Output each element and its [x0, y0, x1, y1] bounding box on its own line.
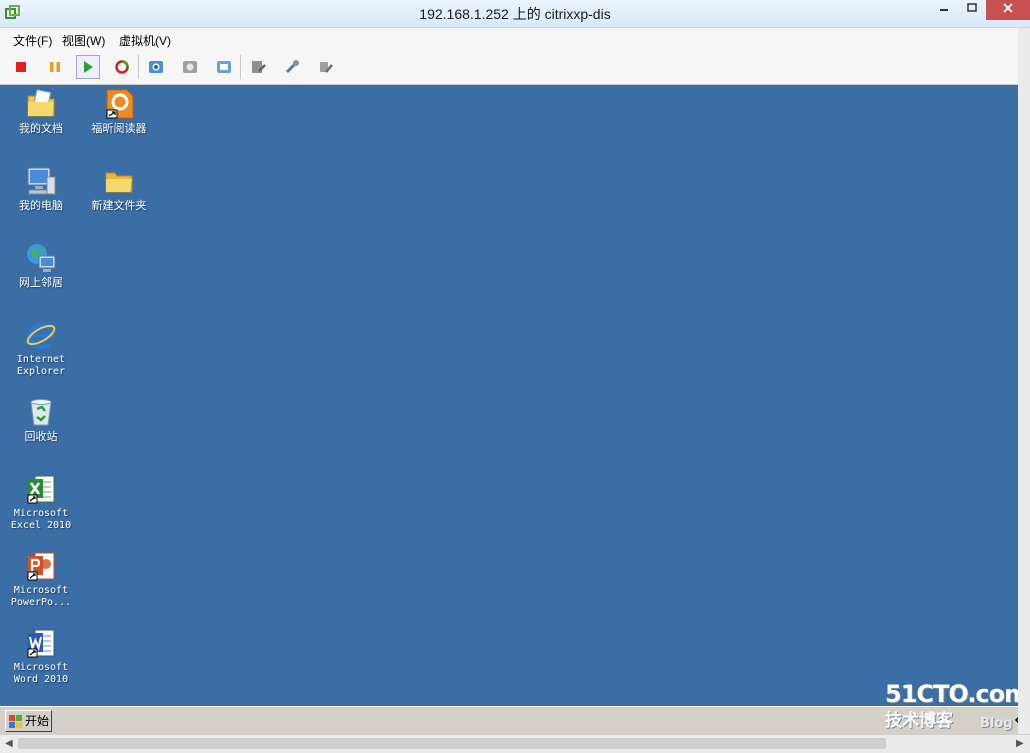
start-label: 开始	[25, 714, 50, 728]
settings-icon	[252, 61, 266, 73]
recycle-bin-icon	[30, 399, 52, 426]
desktop-icon-label: 我的电脑	[19, 200, 63, 212]
windows-logo-icon	[9, 715, 22, 728]
refresh-button[interactable]	[110, 55, 134, 79]
my-documents-icon	[27, 89, 55, 117]
manage-snapshots-icon	[217, 61, 231, 73]
desktop-icon-label: Microsoft Word 2010	[13, 662, 69, 685]
refresh-icon	[115, 60, 129, 74]
desktop-icon-excel[interactable]: Microsoft Excel 2010	[3, 473, 79, 532]
excel-icon	[27, 475, 55, 504]
desktop-icon-label: 福昕阅读器	[91, 123, 147, 135]
play-button[interactable]	[76, 55, 100, 79]
maximize-button[interactable]	[958, 0, 986, 20]
desktop: 我的文档 福昕阅读器 我的电脑 新建文件夹 网上邻居 Internet Expl…	[0, 85, 1030, 706]
my-computer-icon	[27, 167, 56, 195]
foxit-reader-icon	[106, 89, 134, 119]
revert-icon	[183, 61, 197, 73]
snapshot-icon	[149, 61, 163, 73]
pause-icon	[50, 62, 60, 72]
watermark-line1: 51CTO.com	[885, 680, 1029, 708]
title-bar: 192.168.1.252 上的 citrixxp-dis	[0, 0, 1030, 28]
minimize-icon	[940, 9, 948, 11]
scroll-left-icon[interactable]: ◀	[5, 738, 13, 749]
manage-snapshots-button[interactable]	[212, 55, 236, 79]
desktop-icon-label: 回收站	[24, 431, 58, 443]
snapshot-button[interactable]	[144, 55, 168, 79]
minimize-button[interactable]	[930, 0, 958, 20]
desktop-icon-label: 我的文档	[19, 123, 63, 135]
tools-icon	[285, 60, 299, 74]
word-icon	[27, 629, 55, 658]
watermark: 51CTO.com 技术博客 Blog	[885, 680, 1029, 731]
desktop-icon-network[interactable]: 网上邻居	[3, 242, 79, 289]
settings-button[interactable]	[246, 55, 270, 79]
folder-icon	[105, 172, 133, 193]
desktop-icon-new-folder[interactable]: 新建文件夹	[81, 165, 157, 212]
wrench-button[interactable]	[314, 55, 338, 79]
desktop-icon-foxit-reader[interactable]: 福昕阅读器	[81, 88, 157, 135]
start-button[interactable]: 开始	[5, 710, 52, 732]
desktop-icon-label: Microsoft Excel 2010	[10, 508, 72, 531]
toolbar	[0, 50, 1030, 85]
tools-button[interactable]	[280, 55, 304, 79]
ie-icon	[26, 322, 56, 350]
scroll-right-icon[interactable]: ▶	[1016, 738, 1024, 749]
desktop-icon-label: 网上邻居	[19, 277, 63, 289]
desktop-icon-label: Microsoft PowerPo...	[10, 585, 72, 608]
desktop-icon-label: 新建文件夹	[91, 200, 147, 212]
menu-file[interactable]: 文件(F)	[13, 32, 52, 49]
toolbar-separator	[138, 55, 139, 79]
network-icon	[27, 244, 56, 272]
desktop-icon-recycle-bin[interactable]: 回收站	[3, 396, 79, 443]
stop-button[interactable]	[9, 55, 33, 79]
menu-view[interactable]: 视图(W)	[62, 32, 105, 49]
close-icon	[1003, 3, 1013, 13]
pause-button[interactable]	[43, 55, 67, 79]
vertical-scrollbar[interactable]	[1018, 28, 1030, 734]
taskbar: 开始 51CTO.com 技术博客 Blog	[0, 680, 1030, 735]
toolbar-separator	[240, 55, 241, 79]
menu-vm[interactable]: 虚拟机(V)	[119, 32, 171, 49]
desktop-icon-word[interactable]: Microsoft Word 2010	[3, 627, 79, 686]
revert-button[interactable]	[178, 55, 202, 79]
play-icon	[84, 61, 93, 73]
scroll-thumb[interactable]	[18, 738, 886, 749]
desktop-icon-internet-explorer[interactable]: Internet Explorer	[3, 319, 79, 378]
watermark-line3: Blog	[980, 716, 1013, 731]
maximize-icon	[967, 3, 977, 12]
desktop-icon-my-computer[interactable]: 我的电脑	[3, 165, 79, 212]
close-button[interactable]	[986, 0, 1030, 20]
desktop-icon-powerpoint[interactable]: Microsoft PowerPo...	[3, 550, 79, 609]
menu-bar: 文件(F) 视图(W) 虚拟机(V)	[0, 28, 1030, 50]
desktop-icon-my-documents[interactable]: 我的文档	[3, 88, 79, 135]
desktop-icon-label: Internet Explorer	[16, 354, 66, 377]
powerpoint-icon	[27, 552, 55, 581]
stop-icon	[16, 62, 26, 72]
horizontal-scrollbar[interactable]: ◀ ▶	[0, 734, 1030, 753]
wrench-icon	[320, 62, 333, 73]
window-title: 192.168.1.252 上的 citrixxp-dis	[419, 6, 611, 22]
